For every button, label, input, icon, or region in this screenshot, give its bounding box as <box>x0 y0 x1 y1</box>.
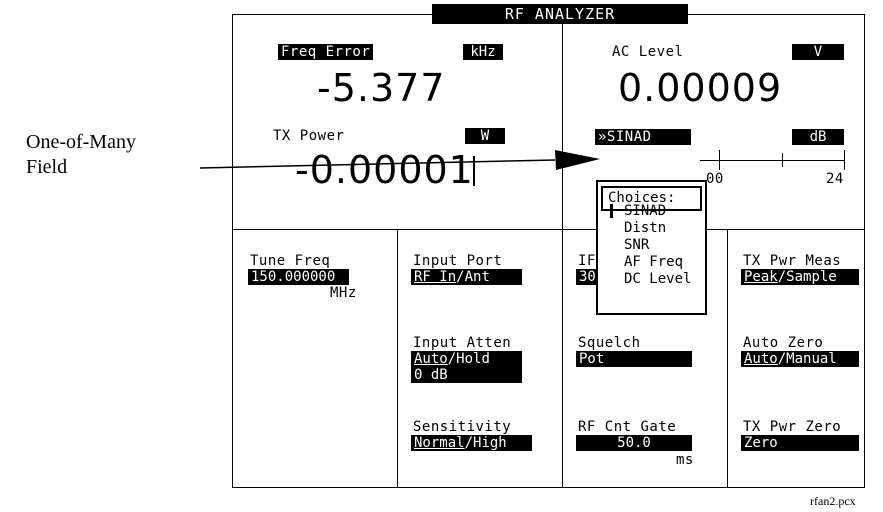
tune-freq-unit: MHz <box>330 285 357 301</box>
filename-caption: rfan2.pcx <box>810 494 856 508</box>
tx-pwr-meas-field[interactable]: Peak/Sample <box>741 269 859 285</box>
choice-item-dc-level[interactable]: DC Level <box>624 271 691 287</box>
tx-pwr-meas-other: Sample <box>786 269 837 285</box>
input-atten-selected: Auto <box>414 351 448 367</box>
middle-divider <box>232 229 865 230</box>
freq-error-unit[interactable]: kHz <box>463 44 503 60</box>
choice-item-af-freq[interactable]: AF Freq <box>624 254 683 270</box>
sinad-scale-tick <box>782 153 783 167</box>
squelch-label: Squelch <box>578 335 641 351</box>
screen-title: RF ANALYZER <box>432 4 688 24</box>
ac-level-label[interactable]: AC Level <box>612 44 683 60</box>
sensitivity-field[interactable]: Normal/High <box>411 435 532 451</box>
input-atten-other: Hold <box>456 351 490 367</box>
auto-zero-selected: Auto <box>744 351 778 367</box>
sinad-scale-tick <box>844 150 845 170</box>
freq-error-value: -5.377 <box>317 66 446 110</box>
tx-pwr-zero-field[interactable]: Zero <box>741 435 859 451</box>
auto-zero-other: Manual <box>786 351 837 367</box>
squelch-field[interactable]: Pot <box>576 351 692 367</box>
input-atten-separator: / <box>447 351 457 367</box>
tune-freq-field[interactable]: 150.000000 <box>248 269 349 285</box>
input-atten-field[interactable]: Auto/Hold <box>411 351 522 367</box>
tune-freq-label: Tune Freq <box>250 253 331 269</box>
input-atten-label: Input Atten <box>413 335 512 351</box>
ac-level-value: 0.00009 <box>618 66 783 110</box>
input-port-label: Input Port <box>413 253 503 269</box>
field-column-divider-3 <box>727 229 728 488</box>
ac-level-unit[interactable]: V <box>792 44 844 60</box>
tx-power-label[interactable]: TX Power <box>273 128 344 144</box>
sinad-one-of-many-field[interactable]: »SINAD <box>595 129 691 145</box>
input-port-other: Ant <box>464 269 490 285</box>
sinad-unit[interactable]: dB <box>792 129 844 145</box>
sensitivity-other: High <box>473 435 507 451</box>
top-divider <box>562 14 563 229</box>
if-filter-label: IF <box>578 253 596 269</box>
input-atten-value-field[interactable]: 0 dB <box>411 367 522 383</box>
sinad-scale-line <box>700 160 845 161</box>
choice-selection-cursor <box>610 204 613 218</box>
input-port-field[interactable]: RF In/Ant <box>411 269 522 285</box>
input-port-separator: / <box>456 269 465 285</box>
choice-item-snr[interactable]: SNR <box>624 237 649 253</box>
rf-cnt-gate-label: RF Cnt Gate <box>578 419 677 435</box>
input-port-selected: RF In <box>414 269 457 285</box>
tx-pwr-meas-separator: / <box>777 269 787 285</box>
rf-cnt-gate-field[interactable]: 50.0 <box>576 435 692 451</box>
auto-zero-separator: / <box>777 351 787 367</box>
choice-item-sinad[interactable]: SINAD <box>624 203 666 219</box>
sensitivity-label: Sensitivity <box>413 419 512 435</box>
sensitivity-separator: / <box>464 435 474 451</box>
field-column-divider-1 <box>397 229 398 488</box>
choice-item-distn[interactable]: Distn <box>624 220 666 236</box>
tx-pwr-zero-label: TX Pwr Zero <box>743 419 842 435</box>
freq-error-label[interactable]: Freq Error <box>278 44 374 60</box>
auto-zero-label: Auto Zero <box>743 335 824 351</box>
sinad-scale-left: 00 <box>706 171 724 187</box>
sinad-scale-tick <box>719 150 720 170</box>
tx-pwr-meas-label: TX Pwr Meas <box>743 253 842 269</box>
sensitivity-selected: Normal <box>414 435 465 451</box>
rf-cnt-gate-unit: ms <box>676 452 694 468</box>
sinad-scale-right: 24 <box>826 171 844 187</box>
tx-power-bar-cursor <box>473 156 475 186</box>
field-column-divider-2 <box>562 229 563 488</box>
auto-zero-field[interactable]: Auto/Manual <box>741 351 859 367</box>
tx-power-value: -0.00001 <box>295 148 474 192</box>
tx-power-unit[interactable]: W <box>465 128 505 144</box>
tx-pwr-meas-selected: Peak <box>744 269 778 285</box>
